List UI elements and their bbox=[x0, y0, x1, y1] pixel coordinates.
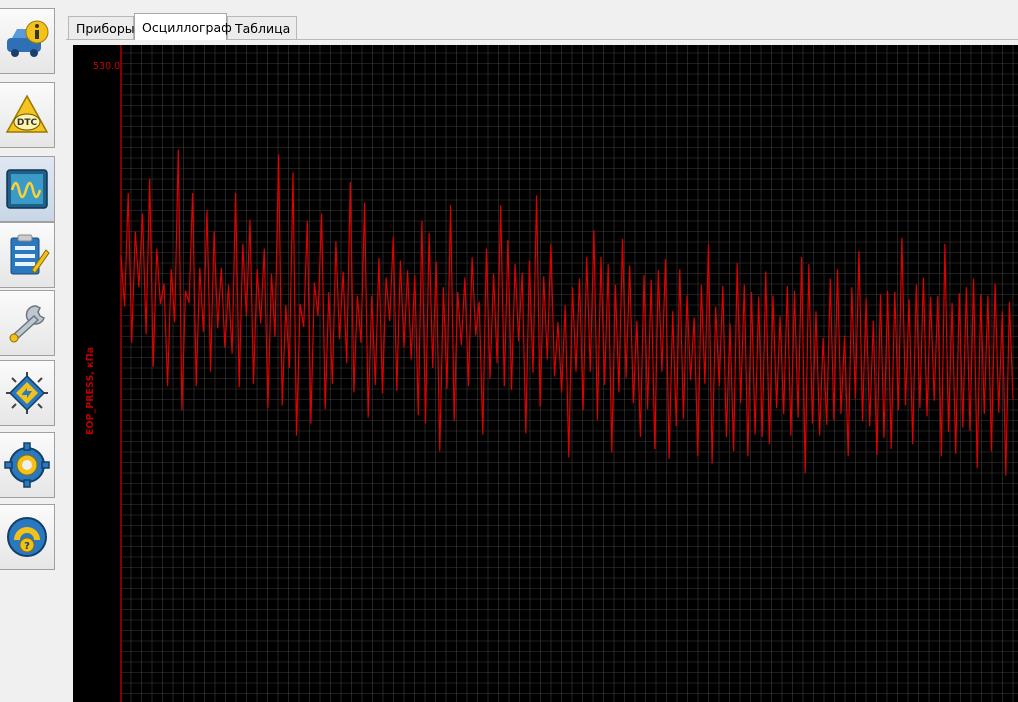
gear-icon bbox=[4, 442, 50, 488]
chart-canvas bbox=[120, 45, 1018, 702]
sidebar: DTC ? bbox=[0, 0, 58, 702]
tab-bar: Приборы Осциллограф Таблица bbox=[66, 12, 1018, 40]
oscilloscope-button[interactable] bbox=[0, 156, 55, 222]
wrench-button[interactable] bbox=[0, 290, 55, 356]
help-icon: ? bbox=[7, 517, 47, 557]
tab-table[interactable]: Таблица bbox=[227, 16, 297, 39]
dtc-icon-text: DTC bbox=[17, 118, 38, 128]
help-button[interactable]: ? bbox=[0, 504, 55, 570]
checklist-button[interactable] bbox=[0, 222, 55, 288]
oscilloscope-icon bbox=[6, 169, 48, 209]
dtc-icon: DTC bbox=[5, 94, 49, 133]
chart-grid bbox=[121, 45, 1018, 702]
tab-gauges[interactable]: Приборы bbox=[68, 16, 135, 39]
checklist-icon bbox=[10, 234, 50, 275]
tab-table-label: Таблица bbox=[235, 20, 291, 36]
settings-button[interactable] bbox=[0, 432, 55, 498]
oscilloscope-plot[interactable]: 530.0 EOP_PRESS, кПа bbox=[73, 45, 1018, 702]
chip-icon bbox=[6, 372, 48, 414]
vehicle-info-button[interactable] bbox=[0, 8, 55, 74]
vehicle-info-icon bbox=[7, 20, 49, 57]
series-line bbox=[120, 149, 1014, 476]
wrench-icon bbox=[9, 305, 45, 343]
y-tick-label-max: 530.0 bbox=[93, 61, 121, 72]
y-axis-label: EOP_PRESS, кПа bbox=[85, 346, 96, 435]
tab-oscilloscope-label: Осциллограф bbox=[142, 19, 232, 35]
tab-oscilloscope[interactable]: Осциллограф bbox=[134, 13, 232, 40]
tab-gauges-label: Приборы bbox=[76, 20, 135, 36]
dtc-button[interactable]: DTC bbox=[0, 82, 55, 148]
ecu-button[interactable] bbox=[0, 360, 55, 426]
svg-text:?: ? bbox=[24, 541, 30, 552]
